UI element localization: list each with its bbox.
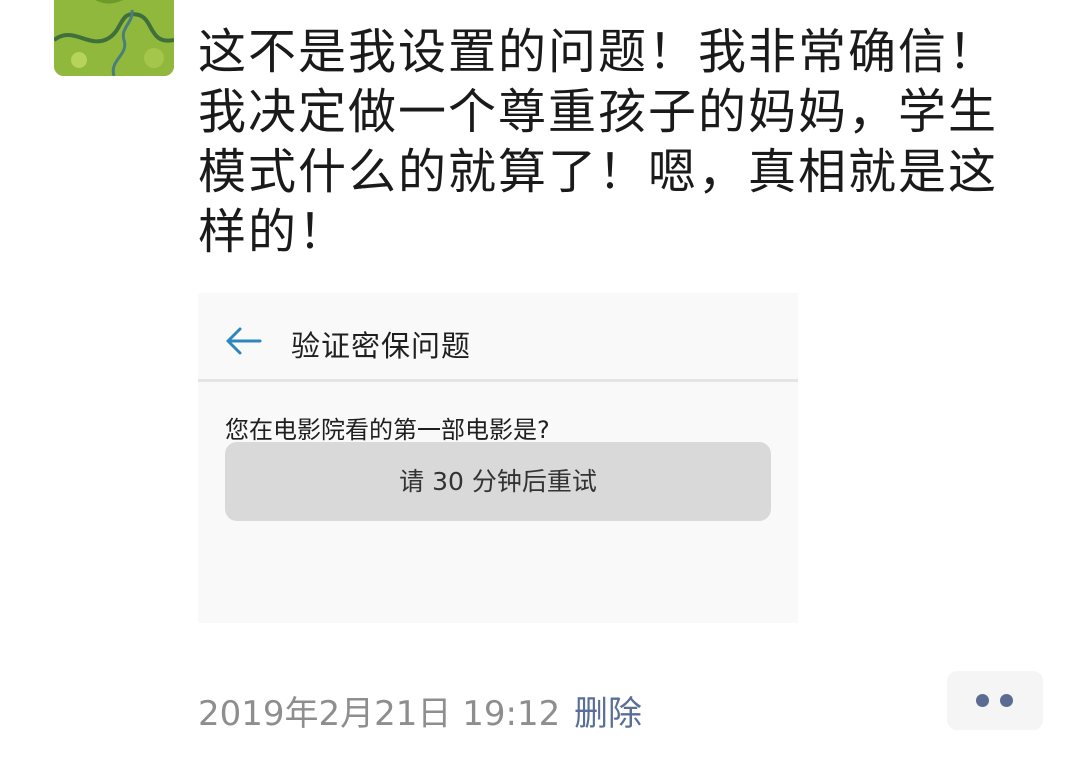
two-dots-icon — [976, 694, 989, 707]
screenshot-title: 验证密保问题 — [291, 329, 472, 363]
avatar[interactable] — [54, 0, 174, 76]
more-actions-button[interactable] — [947, 671, 1043, 730]
attached-screenshot[interactable]: 验证密保问题 您在电影院看的第一部电影是? 请 30 分钟后重试 — [198, 293, 798, 623]
two-dots-icon — [1000, 694, 1013, 707]
screenshot-header: 验证密保问题 — [198, 293, 798, 382]
delete-link[interactable]: 删除 — [574, 686, 642, 735]
post-timestamp: 2019年2月21日 19:12 — [198, 694, 561, 734]
retry-message-box: 请 30 分钟后重试 — [225, 442, 771, 521]
moments-post: 这不是我设置的问题！我非常确信！ 我决定做一个尊重孩子的妈妈，学生 模式什么的就… — [0, 0, 1080, 765]
security-question: 您在电影院看的第一部电影是? — [225, 416, 550, 444]
avatar-landscape-image — [54, 0, 174, 76]
post-text: 这不是我设置的问题！我非常确信！ 我决定做一个尊重孩子的妈妈，学生 模式什么的就… — [198, 24, 999, 260]
arrow-left-icon — [226, 327, 262, 355]
